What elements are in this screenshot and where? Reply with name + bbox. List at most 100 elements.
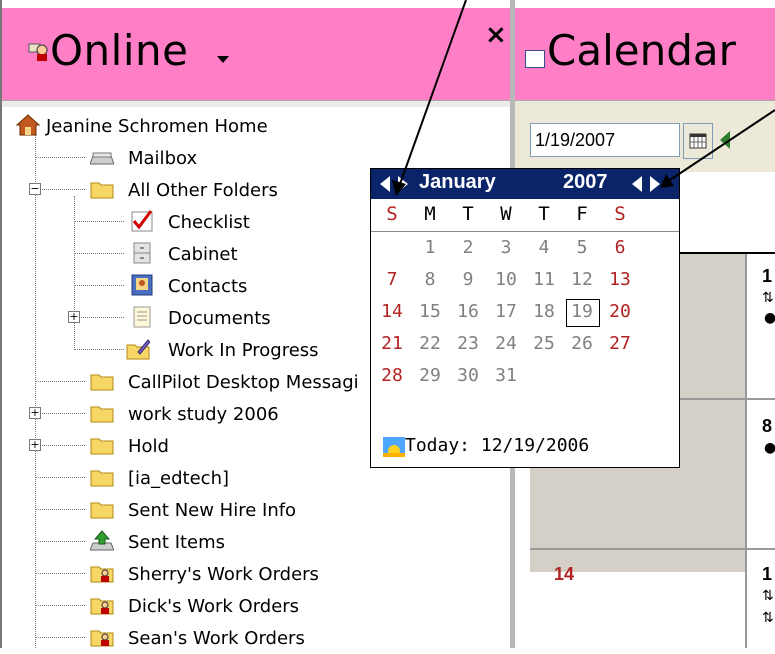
date-cell[interactable]: 12 [567, 269, 597, 290]
recurring-icon: ⇅ [762, 610, 774, 626]
tree-item-mailbox[interactable]: Mailbox [90, 142, 390, 174]
calendar-day-number: 8 [762, 416, 773, 436]
tree-item-label: [ia_edtech] [128, 468, 230, 489]
calendar-toolbar [515, 100, 775, 173]
tree-connector [35, 132, 36, 648]
mailbox-icon [90, 152, 114, 165]
online-header[interactable]: Online × [2, 8, 512, 100]
calendar-day-number: 1 [762, 266, 773, 286]
tree-item-label: Dick's Work Orders [128, 596, 300, 617]
date-cell[interactable]: 28 [377, 365, 407, 386]
today-link[interactable]: Today: 12/19/2006 [405, 435, 589, 456]
bullet-icon: ● [764, 440, 775, 456]
date-cell[interactable]: 18 [529, 301, 559, 322]
date-cell[interactable]: 31 [491, 365, 521, 386]
date-cell[interactable]: 10 [491, 269, 521, 290]
tree-item-work-study[interactable]: work study 2006 [90, 398, 390, 430]
selected-date-outline [566, 299, 600, 327]
date-cell[interactable]: 13 [605, 269, 635, 290]
tree-item-sean-work-orders[interactable]: Sean's Work Orders [90, 622, 390, 654]
date-cell[interactable]: 5 [567, 237, 597, 258]
tree-item-sent-items[interactable]: Sent Items [90, 526, 390, 558]
cabinet-icon [133, 242, 151, 264]
date-cell[interactable]: 29 [415, 365, 445, 386]
close-icon[interactable]: × [485, 20, 507, 50]
tree-connector [74, 317, 124, 318]
date-picker-button[interactable] [683, 123, 713, 159]
date-cell[interactable]: 8 [415, 269, 445, 290]
month-label[interactable]: January [419, 171, 496, 194]
tree-connector [74, 221, 124, 222]
date-cell[interactable]: 16 [453, 301, 483, 322]
date-cell[interactable]: 20 [605, 301, 635, 322]
tree-item-sent-new-hire[interactable]: Sent New Hire Info [90, 494, 390, 526]
date-cell[interactable]: 27 [605, 333, 635, 354]
tree-connector [35, 445, 85, 446]
chevron-down-icon[interactable] [217, 56, 229, 63]
date-cell[interactable]: 9 [453, 269, 483, 290]
date-cell[interactable]: 4 [529, 237, 559, 258]
expand-toggle[interactable]: + [68, 311, 80, 323]
date-cell[interactable]: 6 [605, 237, 635, 258]
today-icon [383, 437, 405, 457]
tree-connector [35, 573, 85, 574]
date-cell[interactable]: 2 [453, 237, 483, 258]
tree-connector [35, 541, 85, 542]
header-divider [2, 100, 512, 107]
date-cell[interactable]: 26 [567, 333, 597, 354]
tree-item-label: Jeanine Schromen Home [46, 116, 268, 137]
collapse-toggle[interactable]: − [29, 183, 41, 195]
date-cell[interactable]: 24 [491, 333, 521, 354]
date-cell[interactable]: 30 [453, 365, 483, 386]
online-title[interactable]: Online [50, 26, 188, 75]
date-cell[interactable]: 11 [529, 269, 559, 290]
date-cell[interactable]: 14 [377, 301, 407, 322]
year-label[interactable]: 2007 [563, 171, 608, 194]
calendar-day-number: 1 [762, 564, 773, 584]
tree-connector [35, 157, 85, 158]
tree-item-callpilot[interactable]: CallPilot Desktop Messagi [90, 366, 390, 398]
weekday-label: T [462, 203, 474, 225]
tree-item-dick-work-orders[interactable]: Dick's Work Orders [90, 590, 390, 622]
month-nav-arrows-icon[interactable] [379, 175, 409, 193]
tree-connector [35, 509, 85, 510]
sent-items-icon [90, 530, 114, 551]
tree-connector [35, 413, 85, 414]
folder-icon [90, 406, 114, 423]
expand-toggle[interactable]: + [29, 439, 41, 451]
date-cell[interactable]: 3 [491, 237, 521, 258]
date-field[interactable] [530, 123, 680, 157]
date-cell[interactable]: 7 [377, 269, 407, 290]
documents-icon [133, 306, 151, 328]
tree-item-label: Hold [128, 436, 169, 457]
date-cell[interactable]: 15 [415, 301, 445, 322]
work-in-progress-icon [126, 339, 150, 360]
year-nav-arrows-icon[interactable] [631, 175, 661, 193]
folder-icon [90, 182, 114, 199]
date-cell[interactable]: 21 [377, 333, 407, 354]
tree-item-label: Mailbox [128, 148, 198, 169]
weekday-label: M [424, 203, 436, 225]
calendar-grid-icon [689, 133, 707, 149]
date-cell[interactable]: 22 [415, 333, 445, 354]
tree-item-ia-edtech[interactable]: [ia_edtech] [90, 462, 390, 494]
previous-arrow-icon[interactable] [720, 131, 730, 149]
date-cell[interactable]: 25 [529, 333, 559, 354]
date-cell[interactable]: 1 [415, 237, 445, 258]
tree-item-hold[interactable]: Hold [90, 430, 390, 462]
tree-item-label: work study 2006 [128, 404, 279, 425]
tree-connector [35, 189, 85, 190]
grid-line [745, 254, 747, 648]
weekday-label: T [538, 203, 550, 225]
tree-item-all-other-folders[interactable]: All Other Folders [90, 174, 390, 206]
tree-item-label: Documents [168, 308, 271, 329]
date-cell[interactable]: 23 [453, 333, 483, 354]
weekday-label: S [386, 203, 398, 225]
expand-toggle[interactable]: + [29, 407, 41, 419]
date-cell[interactable]: 17 [491, 301, 521, 322]
tree-connector [35, 477, 85, 478]
tree-item-label: Cabinet [168, 244, 238, 265]
weekday-divider [371, 231, 679, 232]
tree-item-home[interactable]: Jeanine Schromen Home [16, 110, 316, 142]
tree-item-sherry-work-orders[interactable]: Sherry's Work Orders [90, 558, 390, 590]
